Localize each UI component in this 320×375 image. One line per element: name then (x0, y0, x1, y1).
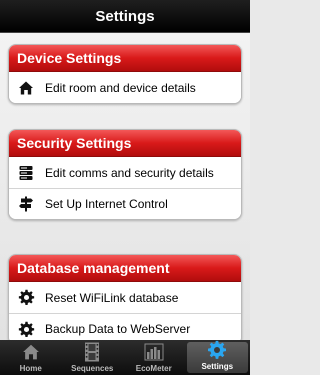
database-management-section: Database management Reset WiFiLink datab… (8, 254, 242, 340)
section-header: Database management (9, 255, 241, 282)
bar-chart-icon (144, 342, 164, 362)
house-icon (17, 79, 35, 97)
edit-comms-security-row[interactable]: Edit comms and security details (9, 157, 241, 188)
device-settings-section: Device Settings Edit room and device det… (8, 44, 242, 104)
internet-control-row[interactable]: Set Up Internet Control (9, 188, 241, 219)
section-header: Security Settings (9, 130, 241, 157)
tab-ecometer[interactable]: EcoMeter (123, 340, 185, 375)
row-label: Backup Data to WebServer (45, 322, 191, 336)
edit-room-device-row[interactable]: Edit room and device details (9, 72, 241, 103)
row-label: Edit room and device details (45, 80, 196, 95)
gear-icon (17, 289, 35, 307)
tab-label: EcoMeter (135, 364, 172, 373)
server-stack-icon (17, 164, 35, 182)
home-icon (21, 342, 41, 362)
tab-bar: Home Sequences EcoMeter Settings (0, 340, 250, 375)
tab-sequences[interactable]: Sequences (62, 340, 124, 375)
settings-list[interactable]: Device Settings Edit room and device det… (0, 33, 250, 340)
reset-wifilink-row[interactable]: Reset WiFiLink database (9, 282, 241, 313)
tab-label: Sequences (71, 364, 114, 373)
section-header: Device Settings (9, 45, 241, 72)
row-label: Reset WiFiLink database (45, 290, 179, 305)
tab-label: Home (19, 364, 42, 373)
backup-webserver-row[interactable]: Backup Data to WebServer (9, 313, 241, 340)
tab-home[interactable]: Home (0, 340, 62, 375)
gear-icon (17, 320, 35, 338)
page-title: Settings (95, 7, 155, 25)
row-label: Set Up Internet Control (45, 197, 168, 211)
signpost-icon (17, 195, 35, 213)
row-label: Edit comms and security details (45, 165, 214, 180)
film-icon (82, 342, 102, 362)
tab-settings[interactable]: Settings (186, 340, 248, 373)
tab-label: Settings (201, 362, 234, 371)
security-settings-section: Security Settings Edit comms and securit… (8, 129, 242, 220)
nav-bar: Settings (0, 0, 250, 33)
gear-icon (207, 340, 227, 360)
